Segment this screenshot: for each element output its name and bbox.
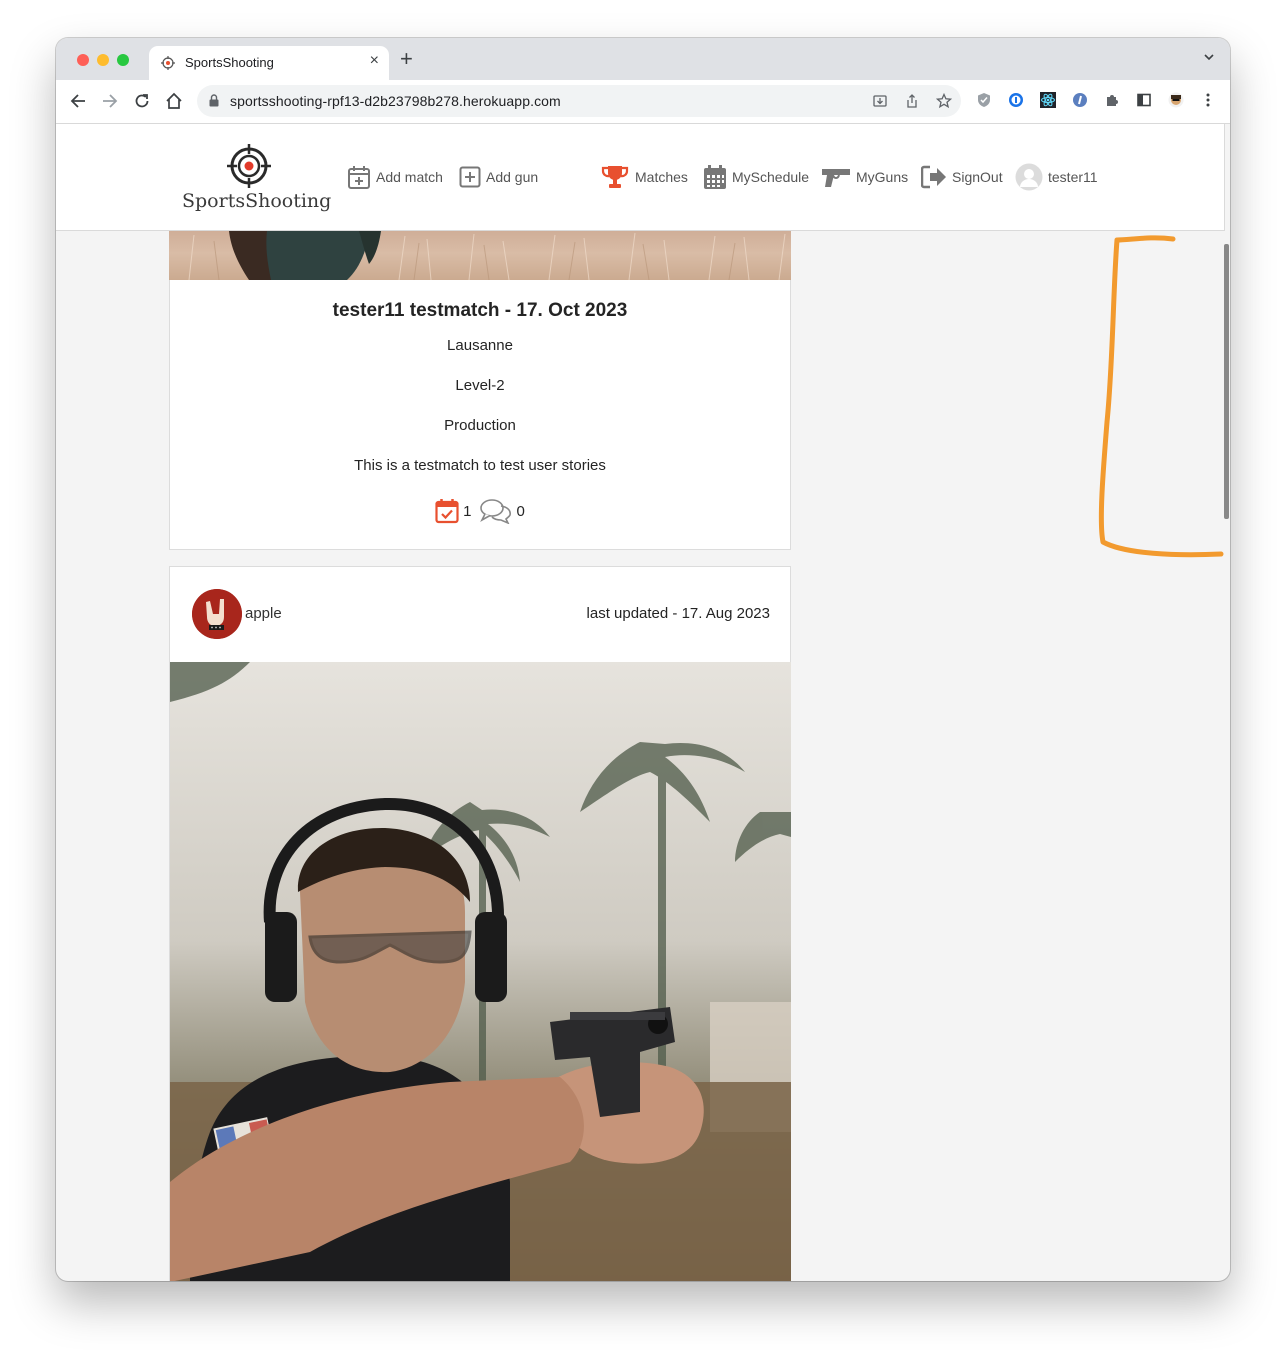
match-stats: 1 0 [170,498,790,524]
nav-profile[interactable]: tester11 [1015,163,1098,191]
nav-add-match[interactable]: Add match [347,164,443,190]
profile-avatar-icon[interactable] [1168,92,1184,108]
close-window-button[interactable] [77,54,89,66]
tab-strip: SportsShooting × + [56,38,1230,80]
nav-profile-label: tester11 [1048,169,1098,185]
sign-out-icon [921,165,946,189]
nav-add-gun-label: Add gun [486,169,539,185]
site-logo[interactable]: SportsShooting [182,142,332,217]
annotation-bracket [1098,235,1224,558]
install-app-icon[interactable] [872,93,888,109]
nav-add-match-label: Add match [376,169,443,185]
owner-name[interactable]: apple [245,605,282,622]
url-text[interactable]: sportsshooting-rpf13-d2b23798b278.heroku… [230,93,561,109]
extensions-puzzle-icon[interactable] [1104,92,1120,108]
match-level: Level-2 [455,377,505,394]
zoom-window-button[interactable] [117,54,129,66]
calendar-grid-icon [704,165,726,189]
forward-arrow-icon[interactable] [100,91,120,111]
match-description: This is a testmatch to test user stories [354,457,606,474]
address-bar[interactable]: sportsshooting-rpf13-d2b23798b278.heroku… [197,85,961,117]
nav-signout[interactable]: SignOut [921,164,1003,190]
brand-name: SportsShooting [182,190,332,212]
react-devtools-extension-icon[interactable] [1040,92,1056,108]
crosshair-logo-icon [227,144,271,188]
shooter-photo-image [170,662,791,1281]
pistol-icon [822,169,850,187]
nav-myschedule[interactable]: MySchedule [703,164,809,190]
calendar-plus-icon [348,166,370,189]
side-panel-icon[interactable] [1136,92,1152,108]
calendar-check-icon[interactable] [435,498,459,524]
schedule-count: 1 [463,502,472,520]
post-card: apple last updated - 17. Aug 2023 [169,566,791,1281]
browser-toolbar: sportsshooting-rpf13-d2b23798b278.heroku… [56,80,1230,124]
tab-title: SportsShooting [185,55,274,70]
grass-field-image [188,231,786,280]
reload-icon[interactable] [132,91,152,111]
user-avatar-icon [1015,163,1043,191]
info-extension-icon[interactable] [1072,92,1088,108]
crosshair-favicon-icon [161,56,175,70]
comments-icon[interactable] [479,498,513,524]
minimize-window-button[interactable] [97,54,109,66]
more-menu-icon[interactable] [1200,92,1216,108]
tab-close-icon[interactable]: × [370,52,379,70]
bookmark-star-icon[interactable] [936,93,952,109]
square-plus-icon [459,166,481,188]
shield-extension-icon[interactable] [976,92,992,108]
trophy-icon [601,166,629,188]
nav-matches[interactable]: Matches [600,164,688,190]
tab-search-chevron-icon[interactable] [1202,50,1216,64]
tab-sportsshooting[interactable]: SportsShooting × [149,46,389,80]
lock-icon[interactable] [209,94,219,107]
match-card: tester11 testmatch - 17. Oct 2023 Lausan… [169,280,791,550]
post-image[interactable] [170,662,791,1281]
owner-avatar[interactable] [192,589,242,639]
back-arrow-icon[interactable] [68,91,88,111]
match-image[interactable] [169,231,791,280]
comment-count: 0 [516,502,525,520]
nav-matches-label: Matches [635,169,688,185]
browser-window: SportsShooting × + sportsshooting-rpf13-… [56,38,1230,1281]
last-updated: last updated - 17. Aug 2023 [586,605,770,622]
match-location: Lausanne [447,337,513,354]
nav-signout-label: SignOut [952,169,1003,185]
share-icon[interactable] [904,93,920,109]
new-tab-button[interactable]: + [400,48,413,70]
match-title[interactable]: tester11 testmatch - 17. Oct 2023 [170,300,790,322]
nav-myschedule-label: MySchedule [732,169,810,185]
match-division: Production [444,417,516,434]
site-navbar: SportsShooting Add match Add gun Matches… [56,124,1225,231]
password-manager-extension-icon[interactable] [1008,92,1024,108]
nav-myguns[interactable]: MyGuns [821,164,908,190]
rock-hand-avatar-icon [192,589,242,639]
home-icon[interactable] [164,91,184,111]
nav-myguns-label: MyGuns [856,169,909,185]
nav-add-gun[interactable]: Add gun [459,164,538,190]
